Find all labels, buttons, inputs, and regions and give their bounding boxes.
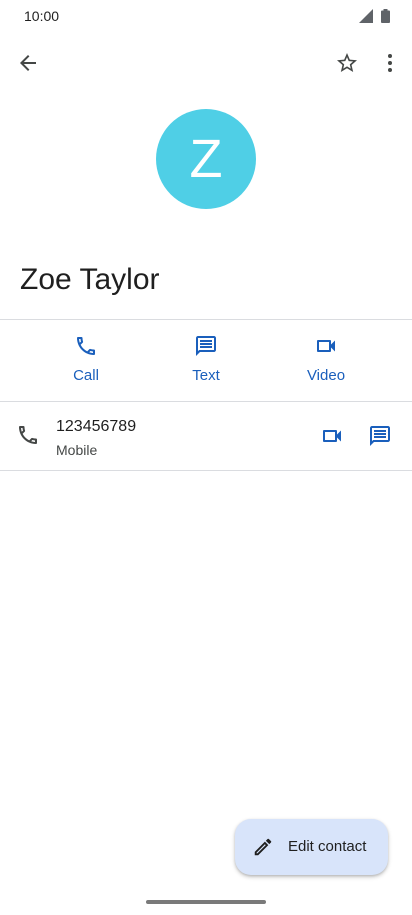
video-button[interactable]: Video <box>286 334 366 384</box>
text-button[interactable]: Text <box>166 334 246 384</box>
edit-pencil-icon <box>254 838 272 856</box>
back-button[interactable] <box>8 43 48 83</box>
home-indicator[interactable] <box>146 900 266 904</box>
video-label: Video <box>306 367 346 384</box>
battery-icon <box>381 9 390 23</box>
phone-number: 123456789 <box>56 418 137 435</box>
star-outline-icon <box>337 53 357 72</box>
contact-actions: Call Text Video <box>0 334 412 390</box>
videocam-icon <box>317 340 335 352</box>
divider <box>0 470 412 471</box>
call-label: Call <box>73 367 99 384</box>
contact-avatar: Z <box>156 109 256 209</box>
status-bar: 10:00 <box>0 0 412 32</box>
favorite-button[interactable] <box>327 43 367 83</box>
status-icons <box>359 9 390 23</box>
divider <box>0 319 412 320</box>
message-icon <box>370 426 390 446</box>
message-icon <box>196 336 216 356</box>
text-label: Text <box>192 367 220 384</box>
more-vert-icon <box>388 54 392 72</box>
video-call-number-button[interactable] <box>312 416 352 456</box>
contact-name: Zoe Taylor <box>20 263 160 296</box>
more-options-button[interactable] <box>370 43 410 83</box>
edit-contact-button[interactable]: Edit contact <box>235 819 388 875</box>
phone-type: Mobile <box>56 442 98 458</box>
edit-contact-label: Edit contact <box>288 838 367 855</box>
divider <box>0 401 412 402</box>
phone-icon <box>77 337 95 355</box>
videocam-icon <box>323 430 341 442</box>
status-time: 10:00 <box>24 8 60 24</box>
call-button[interactable]: Call <box>46 334 126 384</box>
phone-entry-row[interactable]: 123456789 Mobile <box>0 403 412 470</box>
arrow-back-icon <box>20 55 36 71</box>
phone-icon <box>19 426 37 444</box>
top-app-bar <box>0 40 412 86</box>
text-number-button[interactable] <box>360 416 400 456</box>
signal-icon <box>359 9 373 23</box>
